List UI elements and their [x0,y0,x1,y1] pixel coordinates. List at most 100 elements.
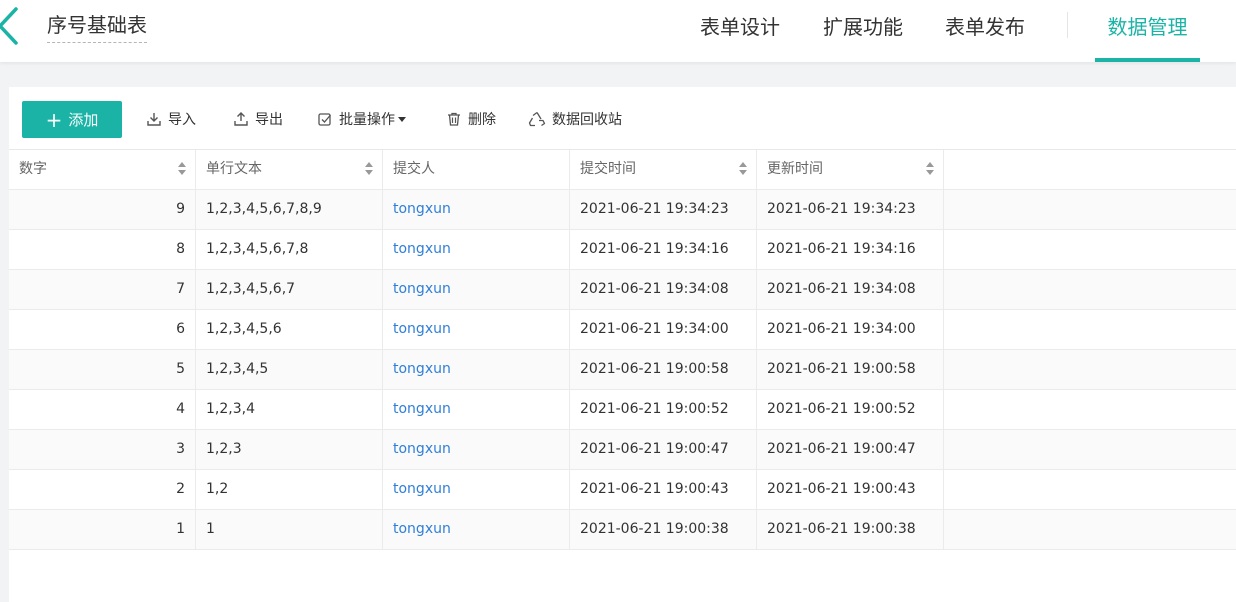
chevron-down-icon [398,116,406,122]
cell-update-time: 2021-06-21 19:00:47 [757,430,944,469]
table-row[interactable]: 5 1,2,3,4,5 tongxun 2021-06-21 19:00:58 2021… [9,350,1236,390]
recycle-bin-label: 数据回收站 [552,112,622,128]
cell-submit-time: 2021-06-21 19:34:08 [570,270,757,309]
recycle-bin-button[interactable]: 数据回收站 [528,108,622,130]
trash-icon [448,112,460,126]
sort-icon[interactable] [739,162,747,176]
delete-button[interactable]: 删除 [446,108,496,130]
cell-text: 1 [196,510,383,549]
cell-update-time: 2021-06-21 19:00:38 [757,510,944,549]
column-header-label: 更新时间 [767,161,823,177]
import-label: 导入 [168,112,196,128]
cell-update-time: 2021-06-21 19:00:52 [757,390,944,429]
tab-form-design[interactable]: 表单设计 [700,0,780,62]
table-row[interactable]: 6 1,2,3,4,5,6 tongxun 2021-06-21 19:34:00 20… [9,310,1236,350]
column-header-label: 单行文本 [206,161,262,177]
row-filler [944,270,1236,309]
cell-update-time: 2021-06-21 19:34:00 [757,310,944,349]
tab-extensions[interactable]: 扩展功能 [823,0,903,62]
cell-update-time: 2021-06-21 19:34:16 [757,230,944,269]
cell-number: 1 [9,510,196,549]
cell-number: 6 [9,310,196,349]
cell-submitter-link[interactable]: tongxun [383,390,570,429]
table-header-filler [944,150,1236,189]
form-title[interactable]: 序号基础表 [47,12,147,43]
sort-icon[interactable] [926,162,934,176]
cell-submit-time: 2021-06-21 19:00:58 [570,350,757,389]
table-row[interactable]: 7 1,2,3,4,5,6,7 tongxun 2021-06-21 19:34:08… [9,270,1236,310]
cell-text: 1,2 [196,470,383,509]
table-row[interactable]: 1 1 tongxun 2021-06-21 19:00:38 2021-06-21 1… [9,510,1236,550]
row-filler [944,310,1236,349]
cell-text: 1,2,3,4,5,6 [196,310,383,349]
cell-text: 1,2,3,4,5,6,7 [196,270,383,309]
row-filler [944,350,1236,389]
cell-update-time: 2021-06-21 19:00:58 [757,350,944,389]
column-header-submitter: 提交人 [383,150,570,189]
column-header-submit-time[interactable]: 提交时间 [570,150,757,189]
sort-icon[interactable] [365,162,373,176]
cell-number: 4 [9,390,196,429]
table-header-row: 数字 单行文本 提交人 提交时间 更新时间 [9,150,1236,190]
data-table: 数字 单行文本 提交人 提交时间 更新时间 9 1,2,3,4,5,6,7,8,9… [9,150,1236,550]
table-row[interactable]: 9 1,2,3,4,5,6,7,8,9 tongxun 2021-06-21 19:3… [9,190,1236,230]
cell-submit-time: 2021-06-21 19:34:16 [570,230,757,269]
export-label: 导出 [255,112,283,128]
cell-text: 1,2,3,4,5,6,7,8 [196,230,383,269]
cell-submitter-link[interactable]: tongxun [383,230,570,269]
nav-divider [1067,12,1068,38]
back-arrow-icon[interactable] [0,7,20,45]
cell-submit-time: 2021-06-21 19:00:52 [570,390,757,429]
recycle-icon [528,111,546,127]
cell-submit-time: 2021-06-21 19:34:00 [570,310,757,349]
tab-data-management[interactable]: 数据管理 [1095,0,1200,62]
import-icon [147,113,161,126]
table-body: 9 1,2,3,4,5,6,7,8,9 tongxun 2021-06-21 19:3… [9,190,1236,550]
import-button[interactable]: 导入 [146,108,196,130]
cell-number: 9 [9,190,196,229]
cell-submitter-link[interactable]: tongxun [383,510,570,549]
column-header-label: 提交人 [393,161,435,177]
column-header-label: 提交时间 [580,161,636,177]
cell-submitter-link[interactable]: tongxun [383,310,570,349]
cell-submitter-link[interactable]: tongxun [383,470,570,509]
column-header-update-time[interactable]: 更新时间 [757,150,944,189]
cell-submitter-link[interactable]: tongxun [383,190,570,229]
add-button-label: 添加 [68,111,99,129]
cell-submit-time: 2021-06-21 19:00:38 [570,510,757,549]
add-button[interactable]: + 添加 [22,101,122,138]
row-filler [944,470,1236,509]
column-header-label: 数字 [19,161,47,177]
toolbar: + 添加 导入 导出 批量操作 删除 数据回收站 [9,87,1236,150]
export-icon [234,112,248,126]
batch-operations-label: 批量操作 [339,112,395,128]
cell-number: 7 [9,270,196,309]
cell-number: 8 [9,230,196,269]
row-filler [944,190,1236,229]
top-header: 序号基础表 表单设计 扩展功能 表单发布 数据管理 [0,0,1236,62]
cell-submit-time: 2021-06-21 19:00:43 [570,470,757,509]
cell-submitter-link[interactable]: tongxun [383,430,570,469]
sort-icon[interactable] [178,162,186,176]
cell-submitter-link[interactable]: tongxun [383,270,570,309]
tab-form-publish[interactable]: 表单发布 [945,0,1025,62]
table-row[interactable]: 8 1,2,3,4,5,6,7,8 tongxun 2021-06-21 19:34:… [9,230,1236,270]
cell-text: 1,2,3,4 [196,390,383,429]
column-header-text[interactable]: 单行文本 [196,150,383,189]
row-filler [944,430,1236,469]
cell-number: 5 [9,350,196,389]
batch-edit-icon [318,113,331,126]
row-filler [944,390,1236,429]
cell-text: 1,2,3 [196,430,383,469]
table-row[interactable]: 3 1,2,3 tongxun 2021-06-21 19:00:47 2021-06-… [9,430,1236,470]
batch-operations-dropdown[interactable]: 批量操作 [317,108,406,130]
row-filler [944,230,1236,269]
cell-submitter-link[interactable]: tongxun [383,350,570,389]
cell-number: 3 [9,430,196,469]
cell-text: 1,2,3,4,5 [196,350,383,389]
table-row[interactable]: 4 1,2,3,4 tongxun 2021-06-21 19:00:52 2021-0… [9,390,1236,430]
export-button[interactable]: 导出 [233,108,283,130]
table-row[interactable]: 2 1,2 tongxun 2021-06-21 19:00:43 2021-06-21… [9,470,1236,510]
column-header-number[interactable]: 数字 [9,150,196,189]
plus-icon: + [45,107,63,132]
